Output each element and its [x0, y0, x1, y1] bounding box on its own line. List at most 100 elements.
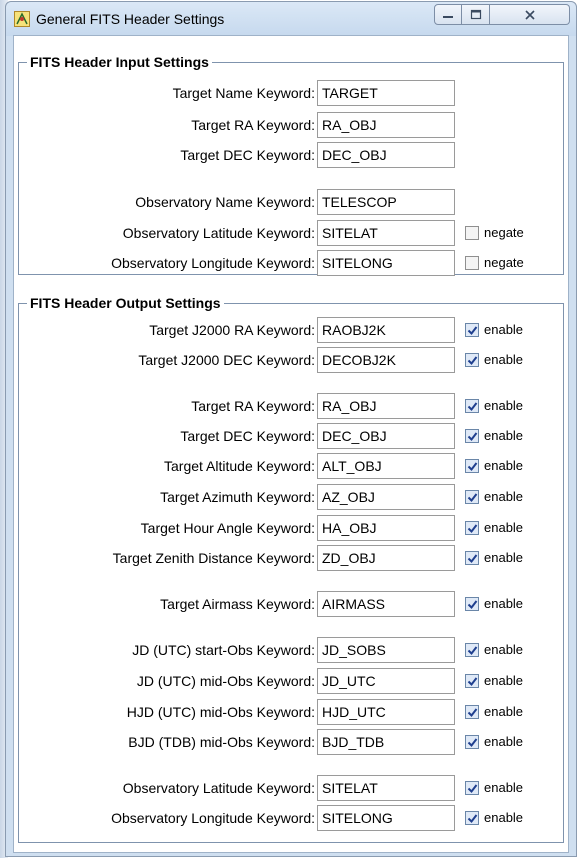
checkmark-icon: [467, 355, 477, 365]
bjd-mid-obs-keyword-field[interactable]: [317, 729, 455, 755]
output-row-label: Target Azimuth Keyword:: [160, 489, 315, 505]
output-row-target-ra: Target RA Keyword: enable: [19, 393, 565, 421]
window-controls: [434, 4, 572, 26]
output-row-label: Target J2000 DEC Keyword:: [138, 352, 315, 368]
target-dec-keyword-field[interactable]: [317, 142, 455, 168]
input-row-label: Target DEC Keyword:: [180, 147, 315, 163]
maximize-icon: [470, 9, 481, 19]
target-j2000-dec-enable-checkbox[interactable]: [465, 353, 479, 367]
minimize-button[interactable]: [434, 4, 462, 25]
checkmark-icon: [467, 461, 477, 471]
checkmark-icon: [467, 783, 477, 793]
close-icon: [524, 9, 535, 20]
jd-mid-obs-keyword-field[interactable]: [317, 668, 455, 694]
output-row-label: JD (UTC) start-Obs Keyword:: [132, 642, 315, 658]
checkmark-icon: [467, 599, 477, 609]
negate-latitude-checkbox[interactable]: [465, 226, 479, 240]
output-row-jd-start-obs: JD (UTC) start-Obs Keyword: enable: [19, 637, 565, 665]
hjd-mid-obs-keyword-field[interactable]: [317, 699, 455, 725]
output-row-target-azimuth: Target Azimuth Keyword: enable: [19, 484, 565, 512]
target-ra-keyword-field[interactable]: [317, 112, 455, 138]
target-hour-angle-keyword-field[interactable]: [317, 515, 455, 541]
jd-start-obs-enable-checkbox[interactable]: [465, 643, 479, 657]
enable-label: enable: [484, 734, 524, 749]
maximize-button[interactable]: [462, 4, 490, 25]
output-row-label: Observatory Latitude Keyword:: [122, 780, 315, 796]
observatory-longitude-keyword-field[interactable]: [317, 250, 455, 276]
target-airmass-keyword-field[interactable]: [317, 591, 455, 617]
output-row-hjd-mid-obs: HJD (UTC) mid-Obs Keyword: enable: [19, 699, 565, 727]
target-azimuth-keyword-field[interactable]: [317, 484, 455, 510]
observatory-longitude-keyword-field[interactable]: [317, 805, 455, 831]
target-hour-angle-enable-checkbox[interactable]: [465, 521, 479, 535]
checkmark-icon: [467, 737, 477, 747]
target-dec-keyword-field[interactable]: [317, 423, 455, 449]
enable-label: enable: [484, 489, 524, 504]
checkmark-icon: [467, 676, 477, 686]
enable-label: enable: [484, 596, 524, 611]
input-row-target-dec: Target DEC Keyword:: [19, 142, 565, 170]
input-row-label: Observatory Latitude Keyword:: [122, 225, 315, 241]
target-ra-enable-checkbox[interactable]: [465, 399, 479, 413]
output-row-label: Target J2000 RA Keyword:: [149, 322, 315, 338]
output-row-target-j2000-ra: Target J2000 RA Keyword: enable: [19, 317, 565, 345]
target-j2000-ra-enable-checkbox[interactable]: [465, 323, 479, 337]
target-airmass-enable-checkbox[interactable]: [465, 597, 479, 611]
settings-window: General FITS Header Settings FITS Header…: [5, 1, 577, 857]
target-dec-enable-checkbox[interactable]: [465, 429, 479, 443]
jd-mid-obs-enable-checkbox[interactable]: [465, 674, 479, 688]
checkmark-icon: [467, 325, 477, 335]
hjd-mid-obs-enable-checkbox[interactable]: [465, 705, 479, 719]
target-j2000-dec-keyword-field[interactable]: [317, 347, 455, 373]
checkmark-icon: [467, 492, 477, 502]
input-row-label: Observatory Longitude Keyword:: [111, 255, 315, 271]
observatory-latitude-enable-checkbox[interactable]: [465, 781, 479, 795]
output-row-target-hour-angle: Target Hour Angle Keyword: enable: [19, 515, 565, 543]
enable-label: enable: [484, 520, 524, 535]
output-row-label: HJD (UTC) mid-Obs Keyword:: [126, 704, 315, 720]
output-row-label: Target Airmass Keyword:: [160, 596, 315, 612]
output-row-bjd-mid-obs: BJD (TDB) mid-Obs Keyword: enable: [19, 729, 565, 757]
app-icon: [14, 11, 30, 27]
target-name-keyword-field[interactable]: [317, 80, 455, 106]
output-row-label: Target RA Keyword:: [191, 398, 315, 414]
checkmark-icon: [467, 707, 477, 717]
bjd-mid-obs-enable-checkbox[interactable]: [465, 735, 479, 749]
input-row-target-ra: Target RA Keyword:: [19, 112, 565, 140]
input-row-target-name: Target Name Keyword:: [19, 80, 565, 108]
window-title: General FITS Header Settings: [36, 11, 225, 27]
output-row-observatory-latitude: Observatory Latitude Keyword: enable: [19, 775, 565, 803]
target-altitude-enable-checkbox[interactable]: [465, 459, 479, 473]
enable-label: enable: [484, 398, 524, 413]
output-settings-title: FITS Header Output Settings: [27, 295, 224, 311]
target-ra-keyword-field[interactable]: [317, 393, 455, 419]
input-row-observatory-name: Observatory Name Keyword:: [19, 189, 565, 217]
observatory-latitude-keyword-field[interactable]: [317, 220, 455, 246]
input-row-label: Observatory Name Keyword:: [135, 194, 315, 210]
output-row-label: Target Zenith Distance Keyword:: [112, 550, 315, 566]
output-row-label: BJD (TDB) mid-Obs Keyword:: [128, 734, 315, 750]
input-row-label: Target Name Keyword:: [172, 85, 315, 101]
observatory-longitude-enable-checkbox[interactable]: [465, 811, 479, 825]
enable-label: enable: [484, 704, 524, 719]
output-settings-group: FITS Header Output Settings Target J2000…: [18, 295, 565, 843]
output-row-target-j2000-dec: Target J2000 DEC Keyword: enable: [19, 347, 565, 375]
output-row-label: Observatory Longitude Keyword:: [111, 810, 315, 826]
observatory-latitude-keyword-field[interactable]: [317, 775, 455, 801]
negate-longitude-checkbox[interactable]: [465, 256, 479, 270]
close-button[interactable]: [490, 4, 570, 25]
target-zenith-distance-keyword-field[interactable]: [317, 545, 455, 571]
observatory-name-keyword-field[interactable]: [317, 189, 455, 215]
output-row-target-zenith-distance: Target Zenith Distance Keyword: enable: [19, 545, 565, 573]
target-j2000-ra-keyword-field[interactable]: [317, 317, 455, 343]
target-altitude-keyword-field[interactable]: [317, 453, 455, 479]
title-bar[interactable]: General FITS Header Settings: [6, 2, 576, 36]
checkmark-icon: [467, 431, 477, 441]
target-zenith-distance-enable-checkbox[interactable]: [465, 551, 479, 565]
jd-start-obs-keyword-field[interactable]: [317, 637, 455, 663]
checkmark-icon: [467, 401, 477, 411]
checkmark-icon: [467, 553, 477, 563]
minimize-icon: [443, 15, 453, 18]
output-row-label: JD (UTC) mid-Obs Keyword:: [136, 673, 315, 689]
target-azimuth-enable-checkbox[interactable]: [465, 490, 479, 504]
